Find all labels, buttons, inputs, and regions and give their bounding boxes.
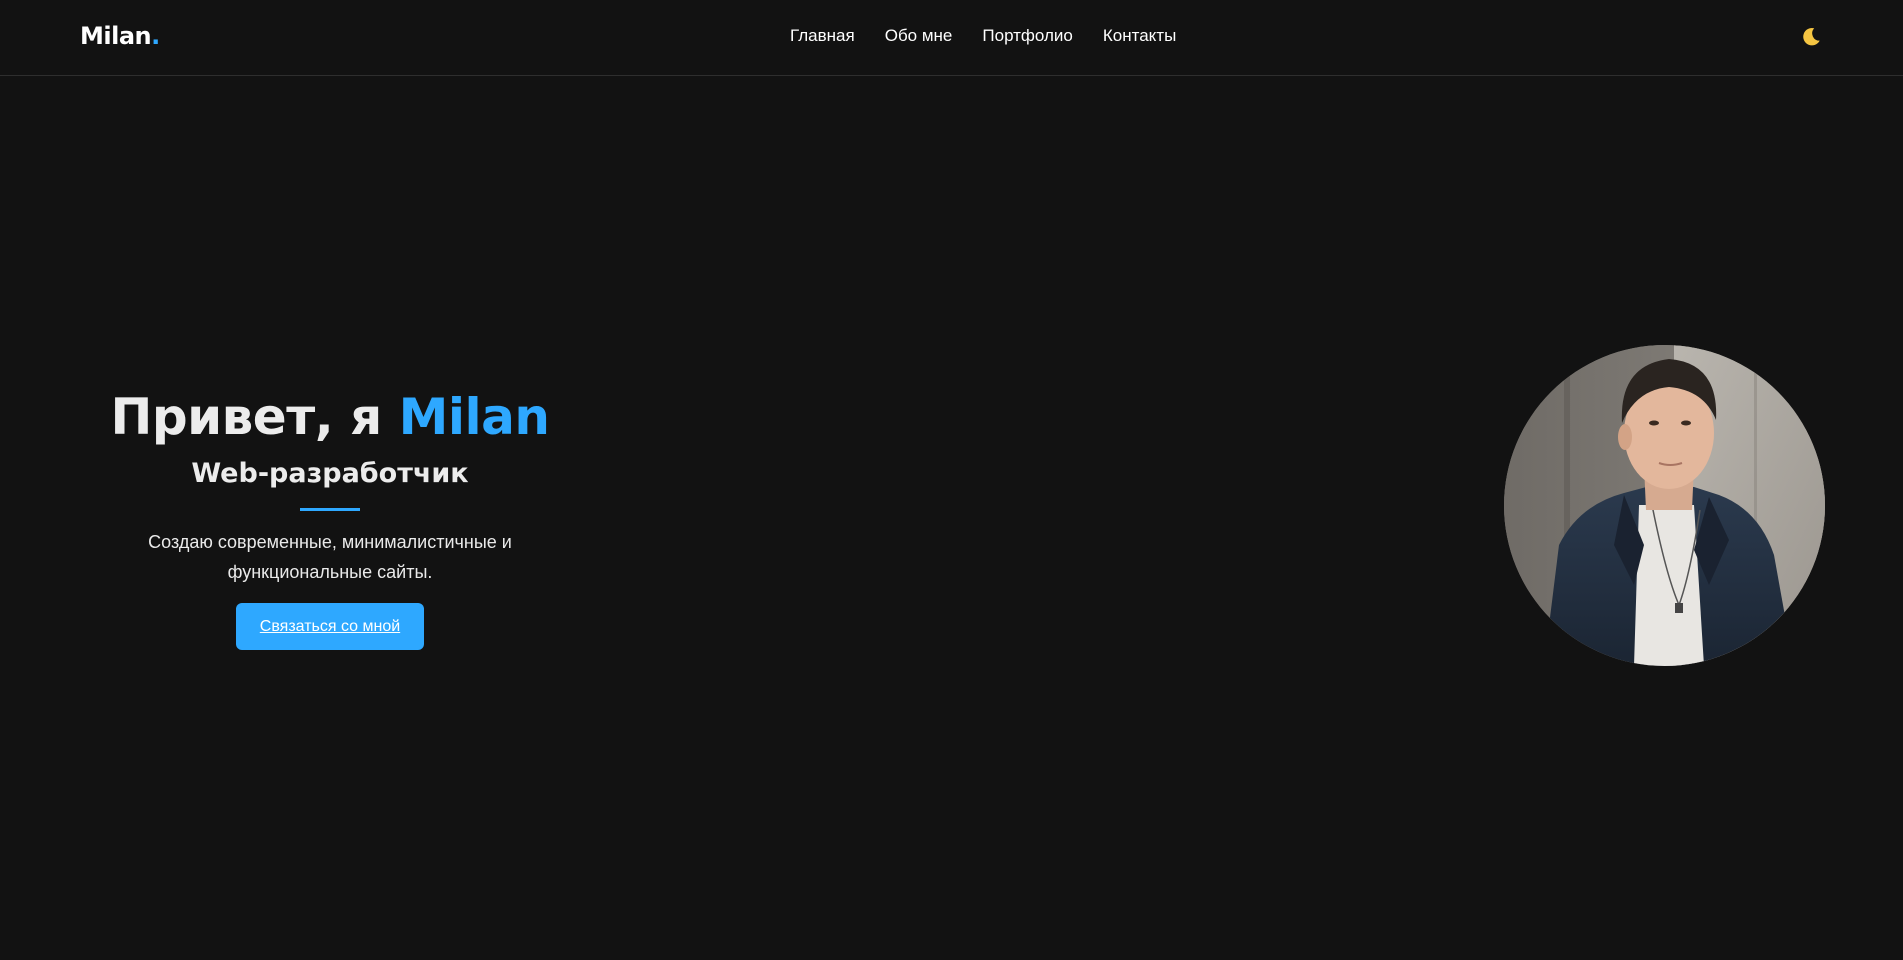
logo-text: Milan: [80, 22, 152, 50]
site-header: Milan. Главная Обо мне Портфолио Контакт…: [0, 0, 1903, 76]
logo-dot: .: [151, 22, 160, 50]
hero-title-prefix: Привет, я: [110, 388, 399, 446]
nav-item-about[interactable]: Обо мне: [885, 26, 953, 46]
avatar: [1504, 345, 1825, 666]
logo[interactable]: Milan.: [80, 22, 160, 50]
hero-subtitle: Web-разработчик: [191, 458, 469, 489]
hero-description: Создаю современные, минималистичные и фу…: [140, 527, 520, 587]
hero-description-line-1: Создаю современные, минималистичные и: [148, 532, 512, 552]
hero-intro: Привет, я Milan Web-разработчик Создаю с…: [100, 384, 560, 650]
hero-title: Привет, я Milan: [100, 384, 560, 450]
hero-description-line-2: функциональные сайты.: [227, 562, 433, 582]
theme-toggle-button[interactable]: [1796, 22, 1826, 52]
nav-item-home[interactable]: Главная: [790, 26, 855, 46]
hero-title-name: Milan: [398, 388, 550, 446]
nav-item-portfolio[interactable]: Портфолио: [982, 26, 1072, 46]
profile-photo: [1504, 345, 1825, 666]
moon-icon: [1803, 27, 1820, 46]
contact-me-button[interactable]: Связаться со мной: [236, 603, 424, 650]
nav-item-contacts[interactable]: Контакты: [1103, 26, 1176, 46]
main-nav: Главная Обо мне Портфолио Контакты: [790, 26, 1176, 46]
accent-divider: [300, 508, 360, 511]
